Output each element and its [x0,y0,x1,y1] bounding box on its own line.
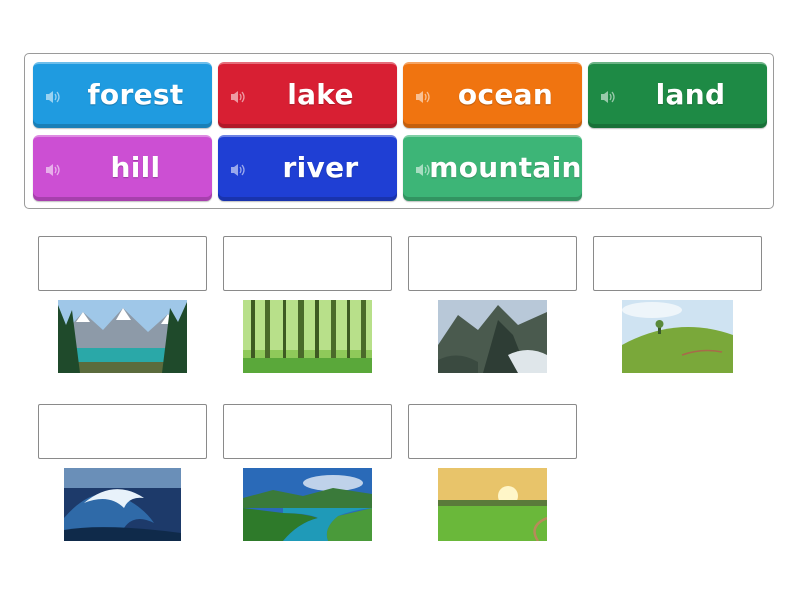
hill-photo [622,300,733,373]
word-tile-lake[interactable]: lake [218,62,397,128]
ocean-wave-photo [64,468,181,541]
answer-slot-7[interactable] [408,404,577,459]
word-tile-forest[interactable]: forest [33,62,212,128]
tile-label: lake [287,77,354,111]
tile-label: hill [110,150,161,184]
forest-photo [243,300,372,373]
tile-label: river [282,150,359,184]
answer-slot-2[interactable] [223,236,392,291]
word-tile-land[interactable]: land [588,62,767,128]
word-tile-hill[interactable]: hill [33,135,212,201]
answer-slot-5[interactable] [38,404,207,459]
mountain-photo [438,300,547,373]
tile-label: forest [87,77,184,111]
answer-slot-1[interactable] [38,236,207,291]
tile-label: ocean [457,77,554,111]
land-field-photo [438,468,547,541]
word-tile-river[interactable]: river [218,135,397,201]
word-tile-ocean[interactable]: ocean [403,62,582,128]
answer-slot-6[interactable] [223,404,392,459]
answer-slot-4[interactable] [593,236,762,291]
answer-slot-3[interactable] [408,236,577,291]
tile-label: mountain [429,150,582,184]
river-photo [243,468,372,541]
word-tile-mountain[interactable]: mountain [403,135,582,201]
tile-label: land [655,77,726,111]
lake-photo [58,300,187,373]
